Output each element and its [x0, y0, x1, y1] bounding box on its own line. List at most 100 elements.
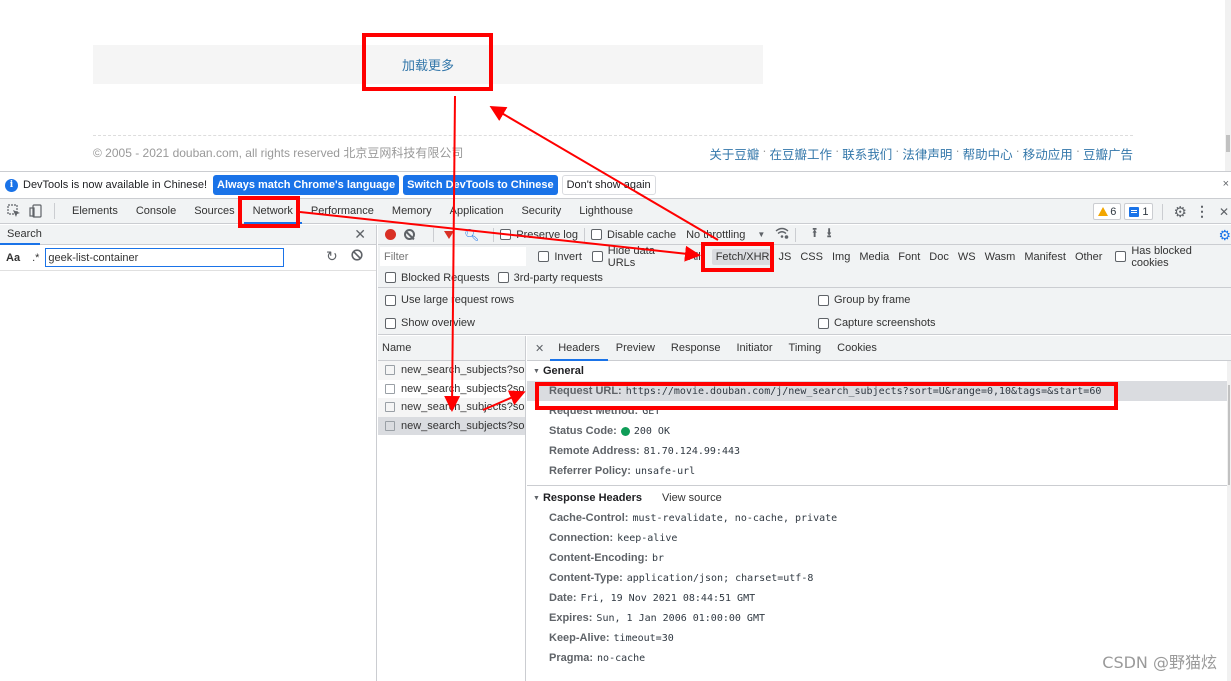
- response-headers-section-header[interactable]: ▼ Response Headers View source: [527, 488, 1231, 508]
- close-search-icon[interactable]: ✕: [354, 226, 366, 243]
- import-har-icon[interactable]: ⭱: [812, 224, 817, 246]
- inspect-element-icon[interactable]: [6, 203, 22, 219]
- close-details-icon[interactable]: ✕: [535, 342, 544, 355]
- switch-to-chinese-button[interactable]: Switch DevTools to Chinese: [403, 175, 558, 195]
- filter-icon[interactable]: [444, 230, 454, 239]
- tab-console[interactable]: Console: [127, 199, 185, 224]
- device-toolbar-icon[interactable]: [28, 203, 44, 219]
- details-scrollbar[interactable]: [1227, 361, 1231, 681]
- checkbox-icon: [818, 317, 829, 329]
- tab-headers[interactable]: Headers: [550, 336, 608, 361]
- network-conditions-icon[interactable]: [775, 227, 789, 242]
- filter-type-wasm[interactable]: Wasm: [981, 249, 1020, 265]
- request-row[interactable]: new_search_subjects?so...: [378, 361, 525, 380]
- tab-application[interactable]: Application: [441, 199, 513, 224]
- clear-log-icon[interactable]: [404, 229, 415, 240]
- search-input[interactable]: [45, 248, 285, 267]
- tab-performance[interactable]: Performance: [302, 199, 383, 224]
- tab-memory[interactable]: Memory: [383, 199, 441, 224]
- settings-gear-icon[interactable]: ⚙: [1173, 203, 1186, 221]
- filter-type-other[interactable]: Other: [1071, 249, 1107, 265]
- show-overview-checkbox[interactable]: Show overview: [385, 317, 475, 329]
- tab-sources[interactable]: Sources: [185, 199, 243, 224]
- preserve-log-checkbox[interactable]: Preserve log: [500, 229, 578, 241]
- footer-link-help[interactable]: 帮助中心: [963, 144, 1013, 163]
- footer-link-mobile[interactable]: 移动应用: [1023, 144, 1073, 163]
- request-row[interactable]: new_search_subjects?so...: [378, 380, 525, 399]
- tab-initiator[interactable]: Initiator: [728, 336, 780, 361]
- page-scrollbar[interactable]: [1225, 0, 1231, 171]
- general-section-header[interactable]: ▼ General: [527, 361, 1231, 381]
- record-icon[interactable]: [385, 229, 396, 240]
- blocked-requests-checkbox[interactable]: Blocked Requests: [385, 272, 490, 284]
- large-rows-checkbox[interactable]: Use large request rows: [385, 294, 514, 306]
- header-row-request-url[interactable]: Request URL: https://movie.douban.com/j/n…: [527, 381, 1231, 401]
- clear-search-icon[interactable]: [351, 249, 363, 264]
- search-icon[interactable]: 🔍︎: [464, 228, 479, 242]
- load-more-button[interactable]: 加载更多: [93, 45, 763, 84]
- group-by-frame-label: Group by frame: [834, 294, 911, 306]
- footer-link-contact[interactable]: 联系我们: [842, 144, 892, 163]
- third-party-checkbox[interactable]: 3rd-party requests: [497, 272, 603, 284]
- header-value: Sun, 1 Jan 2006 01:00:00 GMT: [596, 612, 765, 624]
- group-by-frame-checkbox[interactable]: Group by frame: [818, 294, 910, 306]
- warnings-badge[interactable]: 6: [1093, 203, 1122, 220]
- scrollbar-thumb[interactable]: [1228, 385, 1230, 485]
- match-language-button[interactable]: Always match Chrome's language: [213, 175, 400, 195]
- throttling-select[interactable]: No throttling: [686, 229, 745, 241]
- name-column-header[interactable]: Name: [378, 336, 525, 361]
- dropdown-arrow-icon[interactable]: ▼: [757, 230, 765, 239]
- close-icon[interactable]: ×: [1223, 178, 1229, 190]
- request-row-selected[interactable]: new_search_subjects?so...: [378, 416, 525, 435]
- invert-checkbox[interactable]: Invert: [538, 251, 582, 263]
- tab-security[interactable]: Security: [512, 199, 570, 224]
- more-options-icon[interactable]: ⋮: [1195, 203, 1209, 220]
- footer-link-ads[interactable]: 豆瓣广告: [1083, 144, 1133, 163]
- close-devtools-icon[interactable]: ✕: [1219, 205, 1229, 219]
- header-key: Status Code:: [549, 425, 617, 437]
- filter-type-manifest[interactable]: Manifest: [1020, 249, 1070, 265]
- scrollbar-thumb[interactable]: [1226, 135, 1230, 152]
- watermark: CSDN @野猫炫: [1102, 653, 1217, 672]
- tab-timing[interactable]: Timing: [781, 336, 830, 361]
- capture-screenshots-checkbox[interactable]: Capture screenshots: [818, 317, 936, 329]
- export-har-icon[interactable]: ⭳: [827, 224, 832, 246]
- language-infobar: i DevTools is now available in Chinese! …: [0, 172, 1231, 199]
- filter-type-media[interactable]: Media: [855, 249, 893, 265]
- regex-toggle[interactable]: .*: [32, 252, 39, 264]
- filter-type-js[interactable]: JS: [775, 249, 796, 265]
- tab-elements[interactable]: Elements: [63, 199, 127, 224]
- filter-type-css[interactable]: CSS: [796, 249, 827, 265]
- tab-network[interactable]: Network: [243, 199, 302, 224]
- view-source-link[interactable]: View source: [662, 492, 722, 504]
- footer-link-jobs[interactable]: 在豆瓣工作: [770, 144, 833, 163]
- header-row-remote-address: Remote Address: 81.70.124.99:443: [527, 441, 1231, 461]
- dont-show-again-button[interactable]: Don't show again: [561, 175, 656, 195]
- footer-link-about[interactable]: 关于豆瓣: [709, 144, 759, 163]
- filter-type-font[interactable]: Font: [894, 249, 924, 265]
- refresh-icon[interactable]: ↻: [326, 248, 338, 265]
- filter-bar: Invert Hide data URLs All Fetch/XHR JS C…: [378, 245, 1231, 269]
- request-row[interactable]: new_search_subjects?so...: [378, 398, 525, 417]
- has-blocked-cookies-checkbox[interactable]: Has blocked cookies: [1115, 245, 1231, 269]
- filter-type-doc[interactable]: Doc: [925, 249, 953, 265]
- network-settings-icon[interactable]: ⚙: [1218, 227, 1231, 244]
- filter-type-img[interactable]: Img: [828, 249, 854, 265]
- filter-type-fetch-xhr[interactable]: Fetch/XHR: [711, 248, 774, 265]
- checkbox-icon: [1115, 251, 1127, 262]
- tab-cookies[interactable]: Cookies: [829, 336, 885, 361]
- filter-input[interactable]: [380, 247, 527, 266]
- tab-lighthouse[interactable]: Lighthouse: [570, 199, 642, 224]
- match-case-toggle[interactable]: Aa: [6, 252, 20, 264]
- disable-cache-checkbox[interactable]: Disable cache: [591, 229, 676, 241]
- messages-badge[interactable]: 1: [1124, 203, 1154, 220]
- footer-link-legal[interactable]: 法律声明: [902, 144, 952, 163]
- header-key: Keep-Alive:: [549, 632, 610, 644]
- tab-preview[interactable]: Preview: [608, 336, 663, 361]
- tab-search[interactable]: Search: [0, 225, 42, 245]
- filter-type-ws[interactable]: WS: [954, 249, 980, 265]
- hide-data-urls-checkbox[interactable]: Hide data URLs: [591, 245, 685, 269]
- filter-type-all[interactable]: All: [684, 249, 704, 265]
- network-toolbar: 🔍︎ Preserve log Disable cache No throttl…: [378, 225, 1231, 245]
- tab-response[interactable]: Response: [663, 336, 729, 361]
